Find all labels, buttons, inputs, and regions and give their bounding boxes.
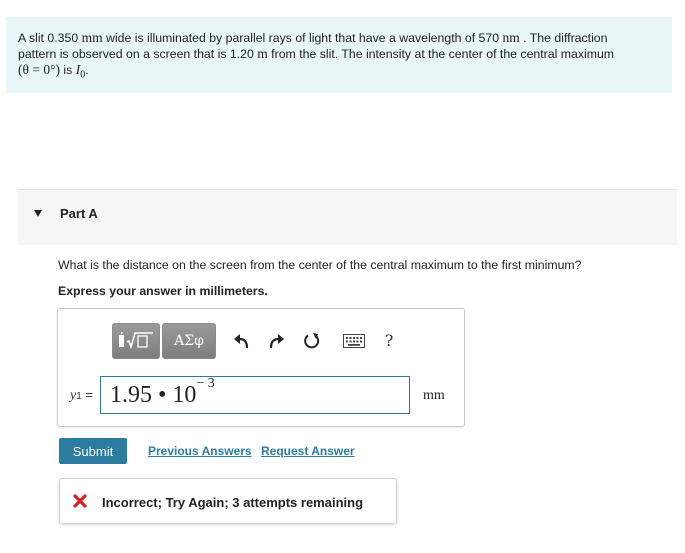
reset-button[interactable] [302, 331, 322, 351]
symbols-button[interactable]: ΑΣφ [162, 323, 216, 359]
undo-icon [234, 334, 249, 349]
help-button[interactable]: ? [382, 330, 396, 350]
reset-icon [304, 333, 320, 349]
redo-button[interactable] [266, 331, 286, 351]
templates-icon [119, 332, 153, 350]
answer-variable-label: y1 = [70, 387, 93, 404]
unit-mm: mm [81, 30, 103, 45]
problem-text: . [85, 63, 89, 77]
feedback-text: Incorrect; Try Again; 3 attempts remaini… [102, 495, 364, 510]
problem-line-2: pattern is observed on a screen that is … [18, 46, 660, 62]
theta-expression: (θ = 0°) [18, 62, 60, 77]
undo-button[interactable] [232, 331, 252, 351]
problem-text: pattern is observed on a screen that is … [18, 47, 258, 61]
answer-instruction: Express your answer in millimeters. [58, 284, 268, 298]
submit-button[interactable]: Submit [59, 438, 127, 464]
answer-base: 10 [172, 382, 197, 408]
part-a-header[interactable]: Part A [18, 189, 677, 245]
question-text: What is the distance on the screen from … [58, 258, 582, 272]
incorrect-x-icon [73, 494, 87, 508]
problem-text: is [59, 63, 76, 77]
templates-button[interactable] [112, 323, 160, 359]
answer-mantissa: 1.95 [110, 382, 152, 408]
answer-input[interactable]: 1.95 • 10− 3 [100, 376, 410, 414]
redo-icon [269, 334, 284, 349]
multiply-dot: • [158, 382, 167, 408]
problem-line-3: (θ = 0°) is I0. [18, 62, 660, 83]
math-toolbar: ΑΣφ ? [112, 323, 412, 359]
unit-m: m [257, 46, 268, 61]
answer-box: ΑΣφ ? y1 = 1.95 • 10− 3 mm [57, 308, 465, 427]
problem-text: . The diffraction [519, 31, 608, 45]
keyboard-icon [343, 334, 365, 348]
request-answer-link[interactable]: Request Answer [261, 444, 355, 458]
unit-nm: nm [502, 30, 520, 45]
problem-text: wide is illuminated by parallel rays of … [102, 31, 503, 45]
problem-statement: A slit 0.350 mm wide is illuminated by p… [6, 17, 672, 93]
equals-sign: = [85, 387, 93, 402]
part-title: Part A [60, 206, 98, 221]
problem-text: from the slit. The intensity at the cent… [267, 47, 615, 61]
answer-exponent: − 3 [196, 376, 215, 391]
collapse-triangle-icon[interactable] [34, 210, 42, 217]
answer-variable-subscript: 1 [76, 391, 82, 402]
problem-line-1: A slit 0.350 mm wide is illuminated by p… [18, 30, 660, 46]
previous-answers-link[interactable]: Previous Answers [148, 444, 252, 458]
feedback-box: Incorrect; Try Again; 3 attempts remaini… [59, 478, 397, 524]
answer-unit: mm [423, 388, 445, 403]
problem-text: A slit 0.350 [18, 31, 82, 45]
keyboard-button[interactable] [342, 331, 366, 351]
